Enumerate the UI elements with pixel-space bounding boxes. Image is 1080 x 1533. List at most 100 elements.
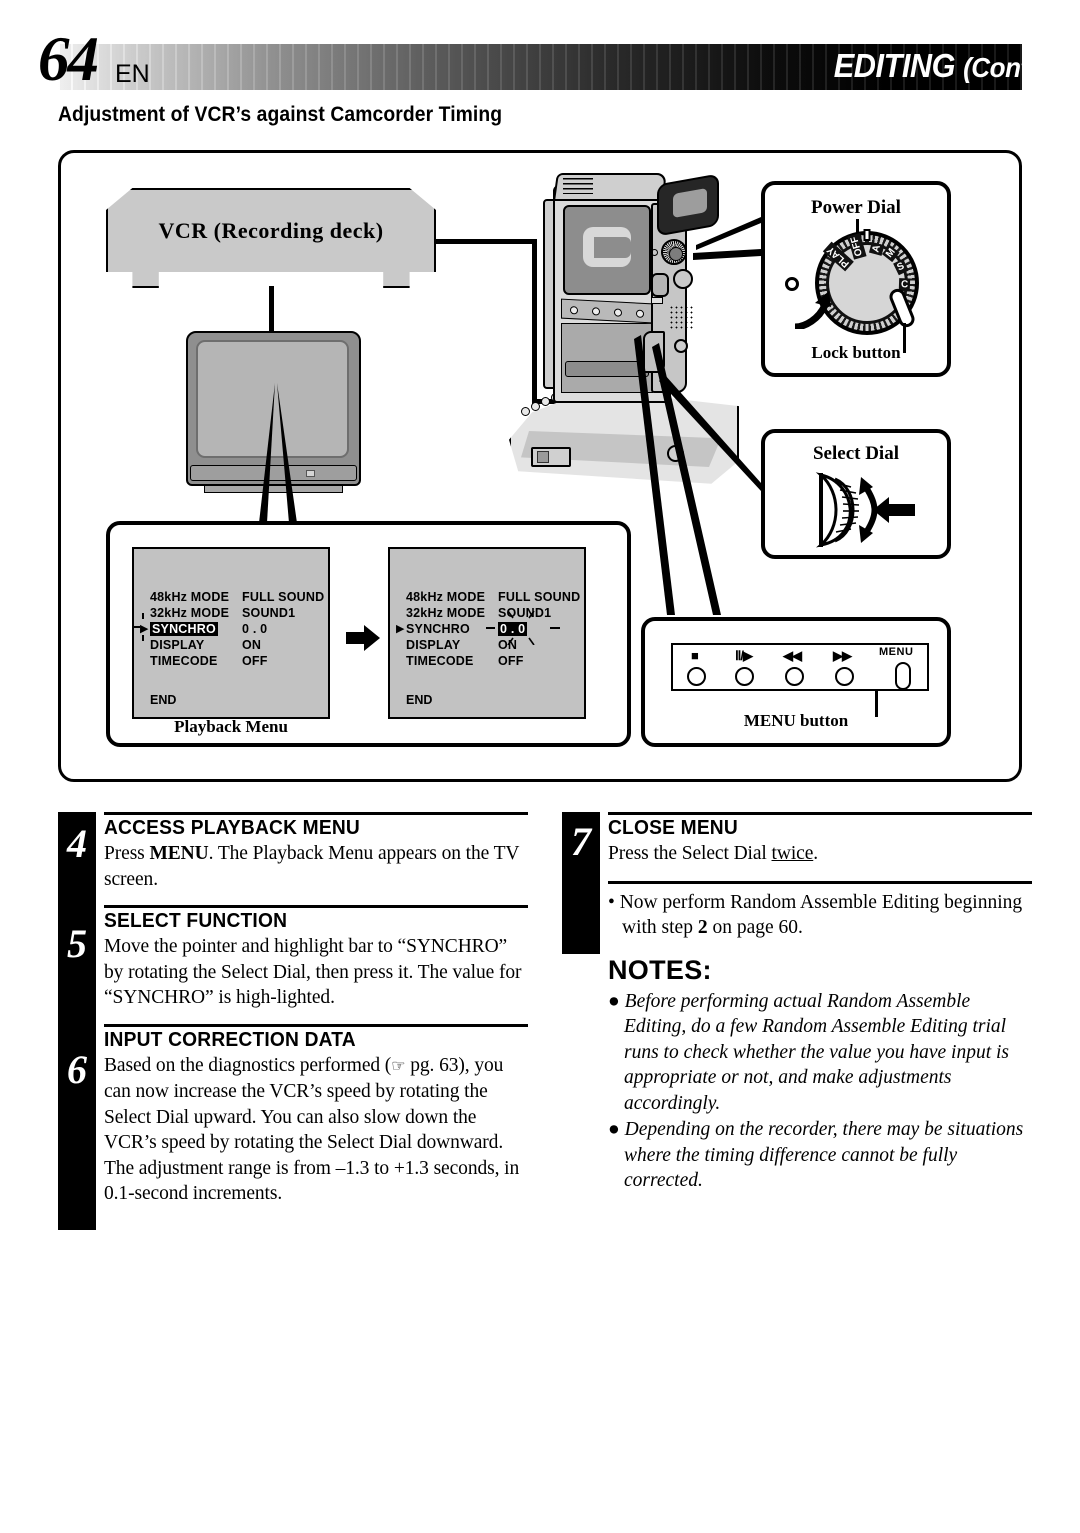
page-number: 64	[38, 24, 99, 94]
menu-item-value-highlighted: 0 . 0	[498, 622, 528, 636]
step-title: ACCESS PLAYBACK MENU	[104, 817, 360, 839]
menu-item-name-highlighted: SYNCHRO	[150, 622, 218, 636]
playback-menu-caption: Playback Menu	[174, 717, 288, 736]
stop-button[interactable]	[687, 667, 706, 686]
step-number: 5	[67, 921, 87, 966]
step-number: 6	[67, 1047, 87, 1092]
power-dial-index-mark	[863, 229, 871, 241]
menu-item-name: TIMECODE	[406, 654, 474, 668]
step-divider	[104, 1023, 528, 1027]
menu-item-name: 32kHz MODE	[150, 606, 230, 620]
lock-button-label: Lock button	[811, 343, 901, 362]
fast-forward-button[interactable]	[835, 667, 854, 686]
step-body-underlined: twice	[771, 843, 814, 864]
notes-section: NOTES: ● Before performing actual Random…	[608, 955, 1032, 1194]
stop-icon: ■	[691, 648, 699, 663]
step-item: ACCESS PLAYBACK MENU Press MENU. The Pla…	[104, 812, 528, 892]
diagram-frame: VCR (Recording deck) 48kHz MODE FULL SOU…	[58, 150, 1022, 782]
steps-list-right: CLOSE MENU Press the Select Dial twice. …	[608, 812, 1032, 1195]
step-body-part: Press	[104, 843, 150, 864]
followup-bullet: • Now perform Random Assemble Editing be…	[608, 890, 1032, 941]
page-subtitle: Adjustment of VCR’s against Camcorder Ti…	[58, 103, 503, 126]
menu-pointer-icon: ▶	[396, 623, 405, 635]
step-body: Press MENU. The Playback Menu appears on…	[104, 841, 528, 892]
step-title: CLOSE MENU	[608, 817, 738, 839]
menu-item-value: OFF	[242, 654, 268, 668]
step-number-bar-left	[58, 812, 96, 1230]
menu-item-name: 48kHz MODE	[406, 590, 486, 604]
select-dial-title: Select Dial	[812, 443, 899, 464]
menu-row: TIMECODE OFF	[406, 653, 580, 669]
menu-item-value: FULL SOUND	[242, 590, 325, 604]
step-item: CLOSE MENU Press the Select Dial twice.	[608, 812, 1032, 867]
menu-item-value: FULL SOUND	[498, 590, 581, 604]
menu-button[interactable]	[895, 662, 911, 690]
menu-item-name: SYNCHRO	[406, 622, 470, 636]
menu-item-name: 48kHz MODE	[150, 590, 230, 604]
menu-item-value: OFF	[498, 654, 524, 668]
steps-list-left: ACCESS PLAYBACK MENU Press MENU. The Pla…	[104, 812, 528, 1207]
step-divider	[104, 905, 528, 908]
step-body-part: Based on the diagnostics performed (	[104, 1054, 392, 1076]
notes-heading: NOTES:	[608, 954, 712, 985]
step-body: Based on the diagnostics performed (☞ pg…	[104, 1053, 528, 1207]
menu-end-label: END	[406, 693, 433, 707]
header-title: EDITING (Cont.)	[834, 47, 1044, 85]
power-dial-callout: Power Dial PLAY OFF A M S C Lock button	[761, 181, 951, 377]
step-title: SELECT FUNCTION	[104, 910, 288, 932]
fast-forward-icon: ▶▶	[833, 648, 852, 663]
step-title: INPUT CORRECTION DATA	[104, 1028, 356, 1051]
menu-rows-after: 48kHz MODE FULL SOUND 32kHz MODE SOUND1 …	[406, 589, 580, 669]
flow-arrow-icon	[346, 625, 380, 651]
power-dial-title: Power Dial	[811, 197, 901, 218]
pause-play-button[interactable]	[735, 667, 754, 686]
select-dial-callout: Select Dial	[761, 429, 951, 559]
menu-row: 48kHz MODE FULL SOUND	[406, 589, 580, 605]
step-item: INPUT CORRECTION DATA Based on the diagn…	[104, 1023, 528, 1207]
playback-menu-callout: 48kHz MODE FULL SOUND 32kHz MODE SOUND1 …	[106, 521, 631, 747]
pointing-hand-icon: ☞	[391, 1057, 406, 1075]
menu-row: DISPLAY ON	[406, 637, 580, 653]
menu-row: DISPLAY ON	[150, 637, 324, 653]
step-divider	[608, 880, 1032, 884]
menu-pointer-icon: ▶	[140, 623, 149, 635]
step-divider	[608, 812, 1032, 815]
step-body-part: .	[813, 843, 819, 864]
followup-bullet-part: on page 60.	[707, 917, 803, 938]
note-item: ● Depending on the recorder, there may b…	[608, 1119, 1024, 1191]
menu-row: 32kHz MODE SOUND1	[150, 605, 324, 621]
menu-button-callout: ■ Ⅱ/▶ ◀◀ ▶▶ MENU MENU button	[641, 617, 951, 747]
menu-item-name: 32kHz MODE	[406, 606, 486, 620]
step-item: SELECT FUNCTION Move the pointer and hig…	[104, 905, 528, 1011]
step-number: 4	[67, 821, 87, 866]
rewind-button[interactable]	[785, 667, 804, 686]
menu-end-label: END	[150, 693, 177, 707]
menu-item-value: 0 . 0	[498, 621, 528, 637]
menu-row: TIMECODE OFF	[150, 653, 324, 669]
rewind-icon: ◀◀	[783, 648, 802, 663]
camcorder-button-bar: ■ Ⅱ/▶ ◀◀ ▶▶ MENU	[671, 643, 929, 691]
step-page-reference: pg. 63	[410, 1054, 459, 1076]
menu-rows-before: 48kHz MODE FULL SOUND 32kHz MODE SOUND1 …	[150, 589, 324, 669]
menu-item-value: SOUND1	[242, 606, 296, 620]
step-body: Press the Select Dial twice.	[608, 841, 1032, 867]
step-body-emphasis: MENU	[149, 843, 209, 864]
step-number: 7	[571, 819, 591, 864]
step-note-item: • Now perform Random Assemble Editing be…	[608, 880, 1032, 941]
pause-play-icon: Ⅱ/▶	[735, 648, 753, 663]
note-item: ● Before performing actual Random Assemb…	[608, 990, 1010, 1114]
menu-row: 32kHz MODE SOUND1	[406, 605, 580, 621]
page-language-code: EN	[115, 60, 150, 88]
menu-key-label: MENU	[879, 646, 914, 658]
menu-item-value: SOUND1	[498, 606, 552, 620]
followup-step-number: 2	[697, 917, 708, 938]
step-body: Move the pointer and highlight bar to “S…	[104, 936, 522, 1008]
menu-item-name: DISPLAY	[150, 638, 205, 652]
header-title-text: EDITING	[834, 47, 956, 84]
menu-row-selected: SYNCHRO 0 . 0	[150, 621, 324, 637]
menu-item-value: 0 . 0	[242, 622, 268, 636]
menu-item-name: TIMECODE	[150, 654, 218, 668]
menu-row-selected: SYNCHRO 0 . 0	[406, 621, 580, 637]
menu-item-name: SYNCHRO	[150, 621, 242, 637]
menu-item-value: ON	[242, 638, 262, 652]
